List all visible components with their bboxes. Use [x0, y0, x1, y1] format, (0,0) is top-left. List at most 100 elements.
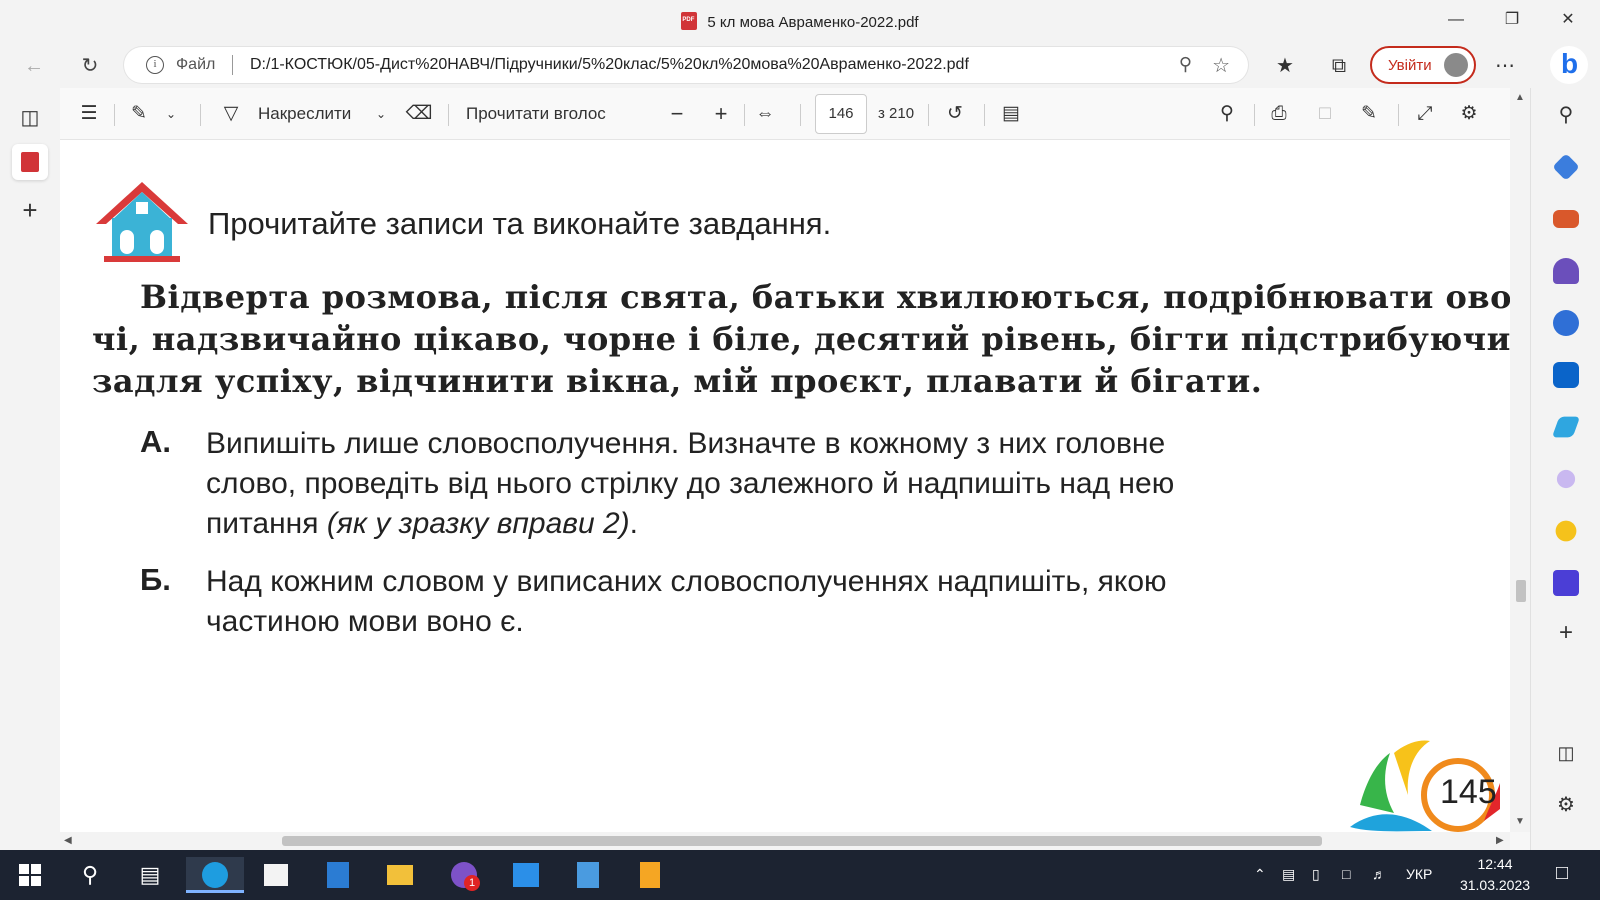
task-b-line: частиною мови воно є.: [206, 605, 524, 638]
bing-chat-icon[interactable]: [1550, 46, 1588, 84]
window-title-wrap: 5 кл мова Авраменко-2022.pdf: [0, 12, 1600, 31]
outlook-icon[interactable]: [1553, 362, 1579, 388]
signin-label: Увійти: [1388, 57, 1432, 74]
horizontal-scrollbar[interactable]: ◀ ▶: [60, 832, 1510, 850]
edge-icon: [202, 862, 228, 888]
tools-icon[interactable]: [1553, 210, 1579, 228]
navigation-bar: ← ↻ i Файл D:/1-КОСТЮК/05-Дист%20НАВЧ/Пі…: [0, 42, 1600, 88]
explorer-taskbar-icon[interactable]: [380, 857, 420, 893]
file-scheme-label: Файл: [176, 56, 216, 73]
hide-sidebar-icon[interactable]: ◫: [1553, 740, 1579, 766]
shopping-icon[interactable]: [1552, 153, 1580, 181]
tray-chevron-icon[interactable]: ⌃: [1254, 866, 1266, 883]
close-window-button[interactable]: ✕: [1540, 0, 1596, 40]
favorites-icon[interactable]: ★: [1268, 50, 1302, 82]
scroll-up-icon[interactable]: ▲: [1515, 92, 1525, 103]
network-icon[interactable]: □: [1342, 866, 1350, 882]
todo-icon[interactable]: [1553, 570, 1579, 596]
notifications-icon[interactable]: □: [1556, 862, 1568, 885]
sidebar-search-icon[interactable]: ⚲: [1553, 102, 1579, 128]
tray-app-icon[interactable]: ▤: [1282, 866, 1295, 883]
send-icon[interactable]: [1551, 416, 1581, 438]
calculator-taskbar-icon[interactable]: [568, 857, 608, 893]
minimize-button[interactable]: —: [1428, 0, 1484, 40]
language-indicator[interactable]: УКР: [1406, 866, 1432, 882]
task-b-label: Б.: [140, 562, 171, 597]
volume-icon[interactable]: ♬: [1372, 866, 1386, 882]
word-icon: [327, 862, 349, 888]
sidebar-settings-icon[interactable]: ⚙: [1553, 792, 1579, 818]
add-sidebar-app-icon[interactable]: +: [1553, 620, 1579, 646]
eraser-icon[interactable]: ⌫: [404, 100, 434, 128]
battery-icon[interactable]: ▯: [1312, 866, 1320, 883]
calendar-taskbar-icon[interactable]: [506, 857, 546, 893]
read-aloud-button[interactable]: Прочитати вголос: [466, 100, 606, 128]
url-text[interactable]: D:/1-КОСТЮК/05-Дист%20НАВЧ/Підручники/5%…: [250, 56, 969, 74]
toolbar-divider: [200, 104, 201, 126]
zoom-out-icon[interactable]: −: [662, 100, 692, 128]
fullscreen-icon[interactable]: ⤢: [1410, 100, 1440, 128]
start-button[interactable]: [10, 857, 50, 893]
task-a-line3-end: .: [629, 507, 638, 540]
signin-button[interactable]: Увійти: [1370, 46, 1476, 84]
store-taskbar-icon[interactable]: [256, 857, 296, 893]
games-icon[interactable]: [1553, 258, 1579, 284]
more-menu-icon[interactable]: ⋯: [1488, 50, 1522, 82]
tab-actions-icon[interactable]: ◫: [12, 100, 48, 136]
drop-icon[interactable]: [1556, 469, 1576, 489]
settings-icon[interactable]: ⚙: [1454, 100, 1484, 128]
window-title: 5 кл мова Авраменко-2022.pdf: [707, 14, 919, 31]
collections-icon[interactable]: ⧉: [1322, 50, 1356, 82]
weather-icon[interactable]: [1555, 520, 1577, 542]
draw-dropdown-icon[interactable]: ⌄: [376, 100, 386, 128]
refresh-button[interactable]: ↻: [72, 48, 108, 84]
address-bar[interactable]: i Файл D:/1-КОСТЮК/05-Дист%20НАВЧ/Підруч…: [124, 47, 1248, 83]
page-number-badge: 145: [1350, 735, 1500, 832]
pdf-tab[interactable]: [12, 144, 48, 180]
pdf-page: Прочитайте записи та виконайте завдання.…: [60, 140, 1510, 832]
highlight-dropdown-icon[interactable]: ⌄: [166, 100, 176, 128]
store-icon: [264, 864, 288, 886]
zoom-in-icon[interactable]: +: [706, 100, 736, 128]
vertical-scrollbar[interactable]: ▲ ▼: [1510, 88, 1530, 832]
highlight-icon[interactable]: ✎: [124, 100, 154, 128]
scroll-down-icon[interactable]: ▼: [1515, 816, 1525, 827]
contents-icon[interactable]: ☰: [74, 100, 104, 128]
toolbar-divider: [744, 104, 745, 126]
toolbar-divider: [114, 104, 115, 126]
vertical-scroll-thumb[interactable]: [1516, 580, 1526, 602]
notes-taskbar-icon[interactable]: [630, 857, 670, 893]
taskbar-search-icon[interactable]: ⚲: [70, 857, 110, 893]
task-b-text: Над кожним словом у виписаних словосполу…: [206, 562, 1386, 642]
new-tab-icon[interactable]: +: [12, 192, 48, 228]
fit-width-icon[interactable]: ⇔: [750, 100, 780, 128]
scroll-left-icon[interactable]: ◀: [64, 835, 72, 846]
microsoft365-icon[interactable]: [1553, 310, 1579, 336]
search-icon[interactable]: ⚲: [1212, 100, 1242, 128]
task-view-icon[interactable]: ▤: [130, 857, 170, 893]
rotate-icon[interactable]: ↺: [940, 100, 970, 128]
restore-button[interactable]: ❐: [1484, 0, 1540, 40]
viber-taskbar-icon[interactable]: 1: [444, 857, 484, 893]
page-view-icon[interactable]: ▤: [996, 100, 1026, 128]
add-favorite-icon[interactable]: ☆: [1212, 53, 1230, 78]
save-as-icon[interactable]: ✎: [1354, 100, 1384, 128]
save-icon[interactable]: □: [1310, 100, 1340, 128]
task-a-line: питання (як у зразку вправи 2).: [206, 504, 1386, 544]
back-button[interactable]: ←: [16, 48, 52, 84]
draw-button[interactable]: Накреслити: [258, 100, 351, 128]
pdf-tab-icon: [21, 152, 39, 172]
info-icon[interactable]: i: [146, 56, 164, 74]
draw-icon[interactable]: ▽: [216, 100, 246, 128]
print-icon[interactable]: ⎙: [1264, 100, 1294, 128]
paragraph-line: чі, надзвичайно цікаво, чорне і біле, де…: [92, 320, 1510, 358]
toolbar-divider: [448, 104, 449, 126]
word-taskbar-icon[interactable]: [318, 857, 358, 893]
calculator-icon: [577, 862, 599, 888]
horizontal-scroll-thumb[interactable]: [282, 836, 1322, 846]
edge-taskbar-icon[interactable]: [186, 857, 244, 893]
clock[interactable]: 12:44 31.03.2023: [1450, 854, 1540, 896]
scroll-right-icon[interactable]: ▶: [1496, 835, 1504, 846]
zoom-icon[interactable]: ⚲: [1179, 54, 1192, 75]
page-number-input[interactable]: 146: [815, 94, 867, 134]
